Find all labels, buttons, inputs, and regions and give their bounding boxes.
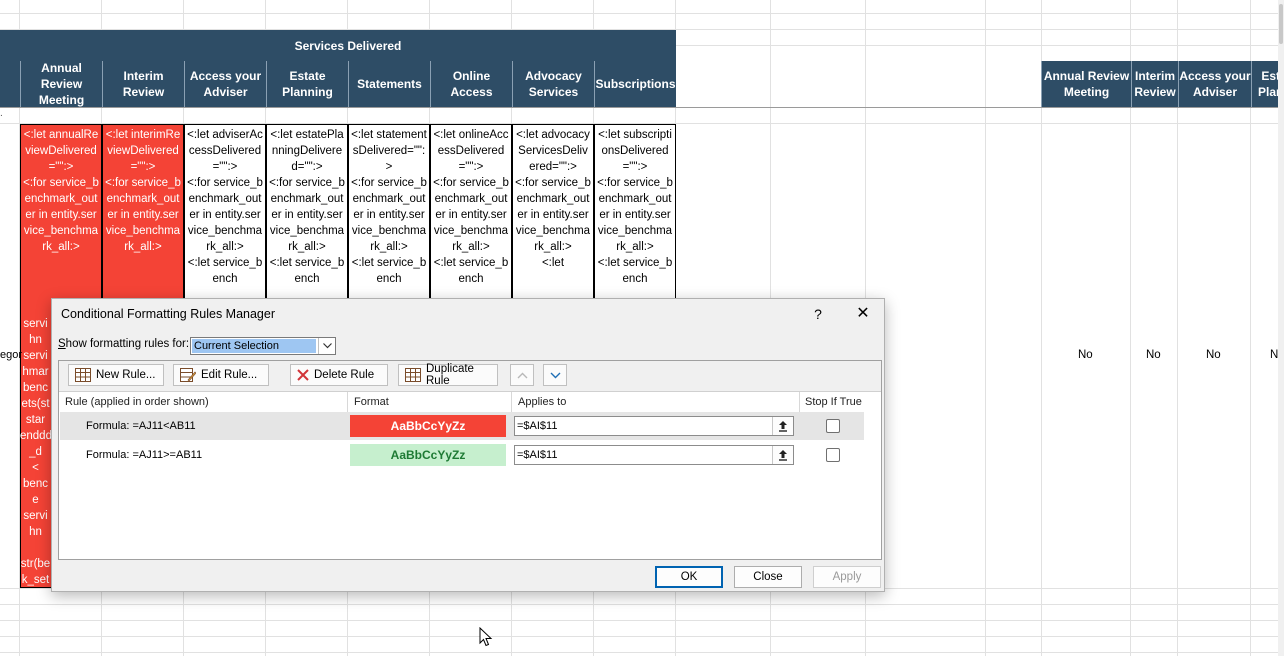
header-advocacy-services[interactable]: Advocacy Services xyxy=(512,61,594,107)
tail-line: hmar xyxy=(22,366,49,378)
delete-rule-label: Delete Rule xyxy=(314,369,375,381)
vertical-scrollbar[interactable] xyxy=(1278,0,1284,656)
right-value-interim-review[interactable]: No xyxy=(1146,349,1161,361)
move-down-button[interactable] xyxy=(543,364,567,386)
close-button[interactable]: Close xyxy=(734,566,802,588)
edit-rule-label: Edit Rule... xyxy=(201,369,258,381)
services-delivered-band: Services Delivered xyxy=(20,30,676,61)
right-value-access-adviser[interactable]: No xyxy=(1206,349,1221,361)
conditional-formatting-rules-manager-dialog: Conditional Formatting Rules Manager ? ✕… xyxy=(51,298,885,592)
tail-line: k_set xyxy=(21,574,50,586)
header-fill-left xyxy=(0,30,20,107)
chevron-down-icon xyxy=(550,372,560,378)
dialog-titlebar[interactable]: Conditional Formatting Rules Manager ? ✕ xyxy=(52,299,884,329)
show-rules-value: Current Selection xyxy=(192,339,316,353)
header-estate-planning[interactable]: Estate Planning xyxy=(266,61,348,107)
show-rules-label: Show formatting rules for: xyxy=(58,338,190,350)
column-header-stop-if-true: Stop If True xyxy=(805,396,862,408)
tail-line: enddd xyxy=(20,430,51,442)
move-up-button[interactable] xyxy=(510,364,534,386)
right-header-access-adviser[interactable]: Access your Adviser xyxy=(1178,61,1251,107)
column-header-rule: Rule (applied in order shown) xyxy=(65,396,209,408)
rule-formula: Formula: =AJ11>=AB11 xyxy=(86,449,203,461)
delete-rule-button[interactable]: Delete Rule xyxy=(290,364,388,386)
help-button[interactable]: ? xyxy=(806,304,830,324)
header-subscriptions[interactable]: Subscriptions xyxy=(594,61,676,107)
right-header-annual-review[interactable]: Annual Review Meeting xyxy=(1041,61,1131,107)
new-rule-button[interactable]: New Rule... xyxy=(68,364,164,386)
header-statements[interactable]: Statements xyxy=(348,61,430,107)
collapse-dialog-icon[interactable] xyxy=(772,417,793,435)
tail-line: e xyxy=(32,494,39,506)
format-preview: AaBbCcYyZz xyxy=(350,415,506,437)
cell-fragment: . xyxy=(0,108,3,119)
applies-to-input[interactable] xyxy=(517,418,767,434)
tail-line: < xyxy=(32,462,39,474)
dialog-title: Conditional Formatting Rules Manager xyxy=(61,307,275,321)
close-icon[interactable]: ✕ xyxy=(851,304,875,324)
duplicate-rule-label: Duplicate Rule xyxy=(426,363,474,387)
mouse-pointer-icon xyxy=(479,626,493,652)
header-annual-review[interactable]: Annual Review Meeting xyxy=(20,61,102,107)
delete-icon xyxy=(297,369,309,381)
apply-button[interactable]: Apply xyxy=(813,566,881,588)
tail-line: ets(st xyxy=(21,398,50,410)
ok-button[interactable]: OK xyxy=(655,566,723,588)
stop-if-true-checkbox[interactable] xyxy=(826,448,840,462)
duplicate-rule-button[interactable]: Duplicate Rule xyxy=(398,363,498,387)
tail-line: servi xyxy=(23,510,48,522)
header-interim-review[interactable]: Interim Review xyxy=(102,61,184,107)
chevron-up-icon xyxy=(517,372,527,378)
applies-to-field[interactable] xyxy=(514,416,794,436)
rule-row[interactable]: Formula: =AJ11<AB11 AaBbCcYyZz xyxy=(60,412,864,440)
collapse-dialog-icon[interactable] xyxy=(772,446,793,464)
new-rule-icon xyxy=(75,368,91,382)
applies-to-field[interactable] xyxy=(514,445,794,465)
right-value-annual-review[interactable]: No xyxy=(1078,349,1093,361)
tail-line: star xyxy=(25,414,46,426)
tail-line: benc xyxy=(23,478,48,490)
right-header-interim-review[interactable]: Interim Review xyxy=(1131,61,1178,107)
chevron-down-icon[interactable] xyxy=(318,338,335,354)
header-access-adviser[interactable]: Access your Adviser xyxy=(184,61,266,107)
tail-line: benc xyxy=(23,382,48,394)
tail-line: hn xyxy=(29,334,42,346)
annual-review-cell-tail-text: servi hn servi hmar benc ets(st star enddd _d < be… xyxy=(20,316,51,588)
duplicate-rule-icon xyxy=(405,368,421,382)
rules-toolbar: New Rule... Edit Rule... Delete Rule Dup… xyxy=(59,361,881,392)
right-header-estate-planning[interactable]: Est Plan xyxy=(1251,61,1278,107)
tail-line: hn xyxy=(29,526,42,538)
edit-rule-icon xyxy=(180,368,196,382)
tail-line: _d xyxy=(29,446,42,458)
show-rules-dropdown[interactable]: Current Selection xyxy=(190,337,336,355)
category-fragment: egor xyxy=(0,349,23,361)
applies-to-input[interactable] xyxy=(517,447,767,463)
rules-panel: New Rule... Edit Rule... Delete Rule Dup… xyxy=(58,360,882,560)
tail-line: servi xyxy=(23,350,48,362)
format-preview: AaBbCcYyZz xyxy=(350,444,506,466)
edit-rule-button[interactable]: Edit Rule... xyxy=(173,364,269,386)
rule-row[interactable]: Formula: =AJ11>=AB11 AaBbCcYyZz xyxy=(60,441,864,469)
stop-if-true-checkbox[interactable] xyxy=(826,419,840,433)
header-online-access[interactable]: Online Access xyxy=(430,61,512,107)
column-header-applies-to: Applies to xyxy=(518,396,567,408)
rule-formula: Formula: =AJ11<AB11 xyxy=(86,420,196,432)
new-rule-label: New Rule... xyxy=(96,369,156,381)
tail-line: str(be xyxy=(20,558,51,570)
tail-line: servi xyxy=(23,318,48,330)
column-header-format: Format xyxy=(354,396,389,408)
tail-line xyxy=(20,540,51,556)
